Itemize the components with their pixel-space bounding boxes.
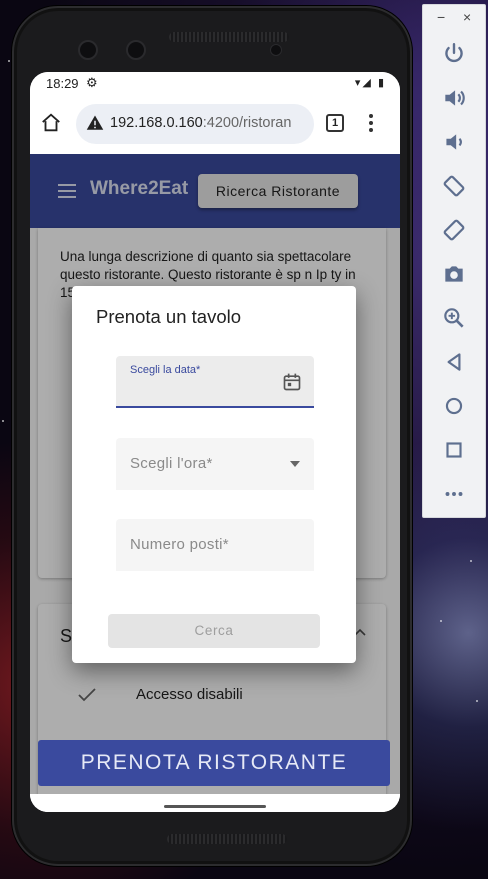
tab-switcher-button[interactable]: 1 [326,114,344,132]
overview-icon[interactable] [441,437,467,463]
close-button[interactable]: × [463,9,471,25]
more-vert-icon[interactable] [368,114,374,134]
camera-icon[interactable] [441,261,467,287]
emulator-toolbar: − × [422,4,486,518]
zoom-icon[interactable] [441,305,467,331]
warning-icon [86,115,104,130]
phone-screen: 18:29 ⚙ ▾◢ ▮ 192.168.0.160:4200/ristoran… [30,72,400,812]
date-field[interactable]: Scegli la data* [116,356,314,408]
home-icon[interactable] [40,112,62,134]
status-icons: ▾◢ ▮ [354,77,386,89]
home-indicator[interactable] [164,805,266,808]
back-icon[interactable] [441,349,467,375]
power-icon[interactable] [441,41,467,67]
camera-lens [126,40,146,60]
date-field-label: Scegli la data* [130,364,201,376]
speaker-grille [167,834,287,844]
settings-icon: ⚙ [86,75,98,90]
rotate-right-icon[interactable] [441,217,467,243]
camera-lens [78,40,98,60]
speaker-grille [169,32,289,42]
status-time: 18:29 [46,76,79,91]
volume-down-icon[interactable] [441,129,467,155]
phone-frame: 18:29 ⚙ ▾◢ ▮ 192.168.0.160:4200/ristoran… [12,6,412,866]
reservation-dialog: Prenota un tavolo Scegli la data* Scegli… [72,286,356,663]
time-select[interactable]: Scegli l'ora* [116,438,314,490]
browser-toolbar: 192.168.0.160:4200/ristoran 1 [30,96,400,154]
dropdown-arrow-icon [290,461,300,467]
search-button[interactable]: Cerca [108,614,320,648]
seats-input[interactable]: Numero posti* [116,519,314,571]
url-text: 192.168.0.160:4200/ristoran [110,115,291,131]
volume-up-icon[interactable] [441,85,467,111]
address-bar[interactable]: 192.168.0.160:4200/ristoran [76,104,314,144]
time-select-placeholder: Scegli l'ora* [130,455,213,472]
home-icon[interactable] [441,393,467,419]
front-sensor [270,44,282,56]
dialog-title: Prenota un tavolo [96,306,242,327]
url-host: 192.168.0.160 [110,115,203,131]
book-restaurant-button[interactable]: PRENOTA RISTORANTE [38,740,390,786]
rotate-left-icon[interactable] [441,173,467,199]
url-path: :4200/ristoran [202,115,292,131]
gesture-bar [30,794,400,812]
more-icon[interactable] [441,481,467,507]
seats-input-placeholder: Numero posti* [130,536,229,553]
status-bar: 18:29 ⚙ ▾◢ ▮ [30,72,400,96]
minimize-button[interactable]: − [437,9,445,25]
calendar-icon[interactable] [282,372,302,392]
